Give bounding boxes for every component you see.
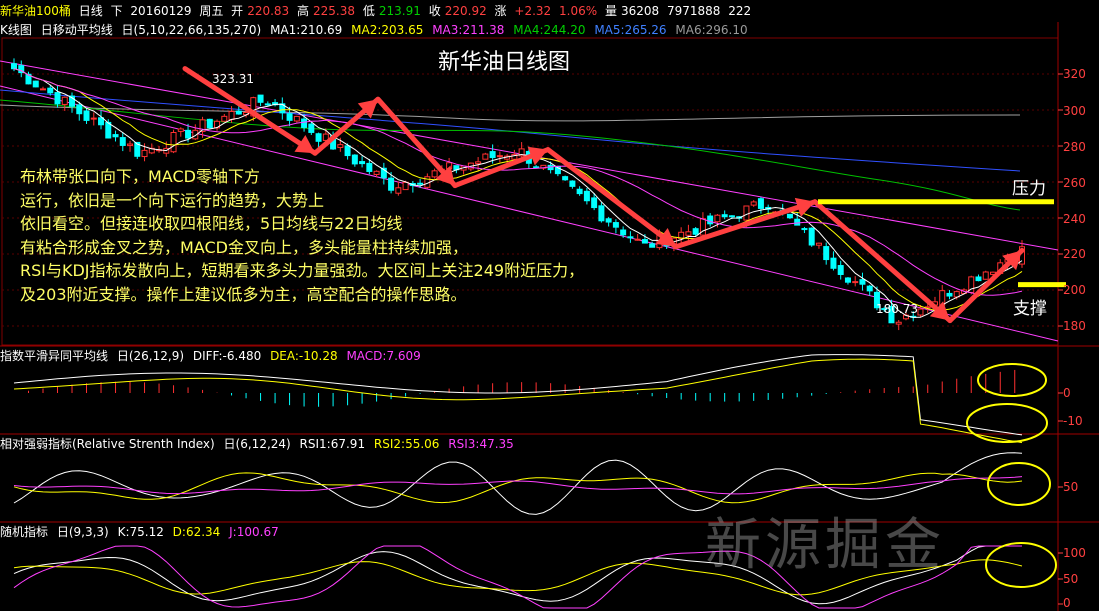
candle-body	[90, 117, 97, 120]
candle-body	[315, 133, 322, 142]
candle-body	[808, 227, 815, 246]
candle-body	[76, 104, 83, 115]
price-axis-tick: 220	[1063, 247, 1086, 261]
analysis-text: 布林带张口向下，MACD零轴下方 运行，依旧是一个向下运行的趋势，大势上 依旧看…	[20, 165, 680, 307]
candle-body	[221, 115, 228, 122]
candle-body	[786, 213, 793, 219]
candle-body	[496, 155, 503, 158]
candle-body	[141, 149, 148, 158]
candle-body	[228, 110, 235, 121]
analysis-line: 及203附近支撑。操作上建议低多为主，高空配合的操作思路。	[20, 284, 467, 304]
rsi-axis-tick: 50	[1063, 480, 1079, 494]
candle-body	[351, 154, 358, 165]
ma6-line	[0, 104, 1021, 122]
candle-body	[308, 123, 315, 133]
pressure-label: 压力	[1012, 179, 1046, 199]
candle-body	[946, 292, 953, 297]
macd-diff-line	[13, 354, 1023, 436]
candle-body	[837, 265, 844, 275]
analysis-line: 运行，依旧是一个向下运行的趋势，大势上	[20, 190, 325, 210]
candle-body	[750, 201, 757, 206]
candle-body	[866, 285, 873, 292]
macd-dea-line	[13, 358, 1023, 444]
candle-body	[286, 113, 293, 121]
candle-body	[177, 128, 184, 132]
macd-axis-tick: -10	[1063, 414, 1083, 428]
candle-body	[714, 214, 721, 223]
analysis-line: 布林带张口向下，MACD零轴下方	[20, 167, 260, 186]
candle-body	[685, 231, 692, 236]
candle-body	[47, 87, 54, 94]
candle-body	[185, 129, 192, 139]
candle-body	[127, 143, 134, 146]
candle-body	[815, 242, 822, 246]
candle-body	[823, 246, 830, 261]
rsi-highlight-circle	[987, 462, 1051, 506]
candle-body	[489, 151, 496, 159]
candle-body	[859, 279, 866, 285]
macd-highlight-circle	[966, 403, 1048, 443]
price-axis-tick: 200	[1063, 283, 1086, 297]
kdj-axis-tick: 50	[1063, 572, 1079, 586]
candle-body	[801, 228, 808, 231]
candle-body	[794, 218, 801, 226]
candle-body	[482, 153, 489, 160]
low-price-label: 180.73	[876, 302, 918, 316]
price-axis-tick: 240	[1063, 212, 1086, 226]
candle-body	[359, 161, 366, 165]
price-axis-tick: 260	[1063, 176, 1086, 190]
analysis-line: 有粘合形成金叉之势，MACD金叉向上，多头能量柱持续加强，	[20, 237, 468, 257]
candle-body	[337, 144, 344, 148]
kdj-axis-tick: 0	[1063, 596, 1071, 610]
candle-body	[852, 281, 859, 284]
candle-body	[475, 161, 482, 165]
candle-body	[61, 96, 68, 105]
candle-body	[83, 110, 90, 121]
candle-body	[830, 257, 837, 269]
candle-body	[40, 88, 47, 91]
candle-body	[98, 117, 105, 126]
candle-body	[301, 118, 308, 128]
candle-body	[728, 215, 735, 218]
candle-body	[293, 115, 300, 122]
support-label: 支撑	[1013, 299, 1047, 319]
candle-body	[743, 205, 750, 221]
candle-body	[692, 228, 699, 235]
price-axis-tick: 180	[1063, 319, 1086, 333]
candle-body	[54, 92, 61, 105]
macd-highlight-circle	[977, 363, 1047, 397]
candle-body	[975, 276, 982, 282]
candle-body	[707, 215, 714, 225]
kdj-highlight-circle	[985, 542, 1057, 588]
candle-body	[32, 80, 39, 88]
candle-body	[235, 110, 242, 115]
price-axis-tick: 300	[1063, 104, 1086, 118]
analysis-line: 依旧看空。但接连收取四根阳线，5日均线与22日均线	[20, 214, 403, 234]
price-axis-tick: 320	[1063, 67, 1086, 81]
candle-body	[344, 145, 351, 157]
macd-axis-tick: 0	[1063, 386, 1071, 400]
price-axis-tick: 280	[1063, 140, 1086, 154]
watermark: 新源掘金	[705, 513, 945, 578]
analysis-line: RSI与KDJ指标发散向上，短期看来多头力量强劲。大区间上关注249附近压力，	[20, 261, 585, 281]
candle-body	[257, 94, 264, 103]
rsi2-line	[13, 472, 1023, 504]
candle-body	[982, 271, 989, 280]
candle-body	[844, 277, 851, 283]
candle-body	[757, 198, 764, 209]
candle-body	[721, 214, 728, 218]
candle-body	[105, 121, 112, 139]
candle-body	[119, 137, 126, 146]
rsi3-line	[13, 476, 1023, 495]
high-price-label: 323.31	[212, 72, 254, 86]
chart-title: 新华油日线图	[438, 50, 571, 75]
kdj-axis-tick: 100	[1063, 546, 1086, 560]
candle-body	[112, 134, 119, 138]
candle-body	[11, 63, 17, 70]
candle-body	[917, 308, 924, 316]
candle-body	[206, 118, 213, 129]
candle-body	[895, 321, 902, 325]
candle-body	[264, 103, 271, 106]
candle-body	[170, 132, 177, 153]
